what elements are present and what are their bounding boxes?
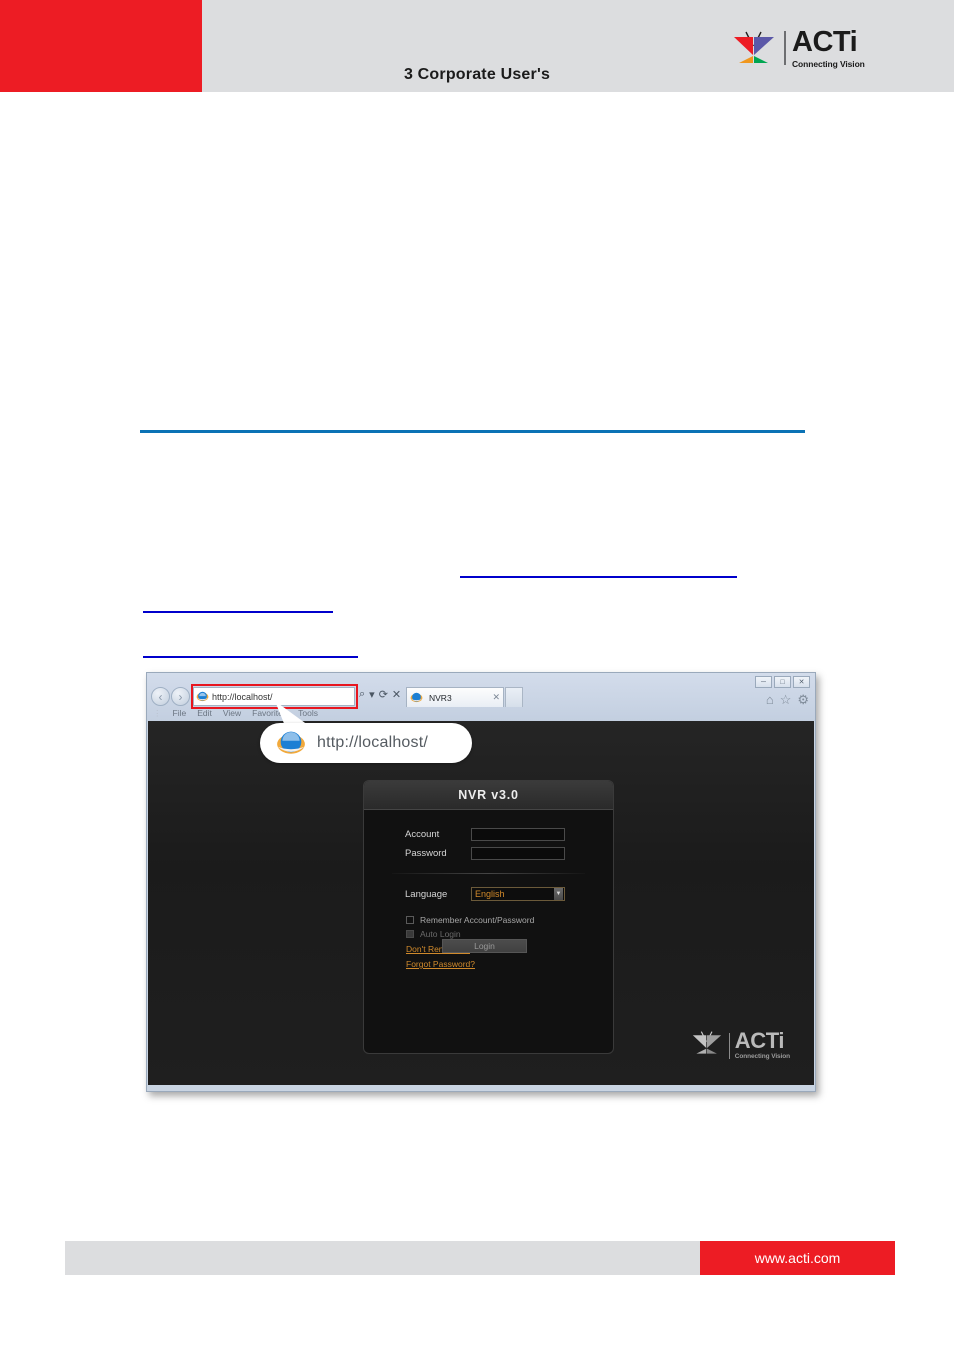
internet-explorer-icon — [410, 692, 423, 703]
new-tab-button[interactable] — [505, 687, 523, 707]
auto-login-label: Auto Login — [420, 929, 461, 939]
footer-url-text: www.acti.com — [754, 1250, 841, 1266]
panel-divider — [392, 873, 585, 874]
menubar-grip: ⋮ — [153, 708, 162, 718]
search-icon[interactable]: ⌕ — [359, 688, 365, 701]
password-field-row: Password — [364, 847, 613, 860]
stop-icon[interactable]: ✕ — [392, 688, 401, 701]
login-button[interactable]: Login — [442, 939, 527, 953]
minimize-button[interactable]: ─ — [755, 676, 772, 688]
logo-divider — [728, 1032, 730, 1059]
logo-divider — [784, 31, 786, 65]
nvr-title: NVR v3.0 — [458, 788, 519, 802]
auto-login-row: Auto Login — [364, 929, 613, 939]
language-label: Language — [405, 888, 448, 900]
internet-explorer-icon — [196, 691, 209, 702]
browser-tab-nvr3[interactable]: NVR3 ✕ — [406, 687, 504, 707]
nvr-panel-header: NVR v3.0 — [364, 781, 613, 810]
section-divider-rule — [140, 430, 805, 433]
chevron-down-icon[interactable]: ▼ — [554, 888, 563, 900]
acti-butterfly-icon — [730, 27, 778, 69]
close-icon[interactable]: ✕ — [492, 692, 500, 703]
forgot-password-link[interactable]: Forgot Password? — [364, 959, 613, 969]
address-bar-tools: ⌕ ▾ ⟳ ✕ — [359, 688, 401, 701]
callout-url-text: http://localhost/ — [317, 734, 429, 751]
acti-wordmark: ACTi Connecting Vision — [735, 1030, 790, 1061]
account-input[interactable] — [471, 828, 565, 841]
acti-logo-header: ACTi Connecting Vision — [730, 24, 875, 72]
nvr-panel-body: Account Password Language English ▼ Reme… — [364, 810, 613, 969]
browser-window-screenshot: ‹ › http://localhost/ ⌕ ▾ ⟳ ✕ NVR3 ✕ ⋮ F… — [146, 672, 816, 1092]
menu-item-view[interactable]: View — [223, 708, 241, 719]
footer-url-bar: www.acti.com — [700, 1241, 895, 1275]
maximize-button[interactable]: □ — [774, 676, 791, 688]
star-icon[interactable]: ☆ — [780, 692, 792, 708]
gear-icon[interactable]: ⚙ — [797, 692, 809, 708]
language-selected-value: English — [475, 889, 505, 899]
nvr-login-panel: NVR v3.0 Account Password Language Engli… — [363, 780, 614, 1054]
browser-command-icons: ⌂ ☆ ⚙ — [766, 692, 809, 708]
remember-account-checkbox[interactable] — [406, 916, 414, 924]
browser-viewport: NVR v3.0 Account Password Language Engli… — [148, 721, 814, 1085]
close-button[interactable]: ✕ — [793, 676, 810, 688]
acti-wordmark: ACTi Connecting Vision — [792, 25, 865, 69]
chevron-down-icon[interactable]: ▾ — [369, 688, 375, 701]
home-icon[interactable]: ⌂ — [766, 692, 774, 708]
window-controls: ─ □ ✕ — [755, 676, 810, 688]
menu-item-file[interactable]: File — [173, 708, 187, 719]
password-input[interactable] — [471, 847, 565, 860]
remember-account-row[interactable]: Remember Account/Password — [364, 915, 613, 925]
address-callout-bubble: http://localhost/ — [260, 723, 472, 763]
acti-butterfly-icon — [690, 1028, 724, 1063]
acti-brand-name: ACTi — [792, 25, 858, 58]
remember-account-label: Remember Account/Password — [420, 915, 535, 925]
browser-nav-buttons: ‹ › — [151, 687, 190, 706]
hyperlink-underline-1[interactable] — [460, 576, 737, 578]
internet-explorer-icon — [277, 731, 305, 754]
acti-logo-viewport: ACTi Connecting Vision — [690, 1028, 790, 1063]
account-field-row: Account — [364, 828, 613, 841]
address-bar-value: http://localhost/ — [212, 691, 273, 702]
auto-login-checkbox — [406, 930, 414, 938]
menu-item-edit[interactable]: Edit — [197, 708, 212, 719]
acti-tagline: Connecting Vision — [792, 58, 865, 69]
language-select[interactable]: English ▼ — [471, 887, 565, 901]
hyperlink-underline-3[interactable] — [143, 656, 358, 658]
refresh-icon[interactable]: ⟳ — [379, 688, 388, 701]
language-row: Language English ▼ — [364, 887, 613, 901]
account-label: Account — [405, 829, 440, 840]
footer-gray-bar — [65, 1241, 700, 1275]
forward-arrow-icon[interactable]: › — [171, 687, 190, 706]
acti-brand-name: ACTi — [734, 1028, 785, 1054]
back-arrow-icon[interactable]: ‹ — [151, 687, 170, 706]
tab-title: NVR3 — [429, 692, 452, 703]
acti-tagline: Connecting Vision — [734, 1053, 790, 1061]
password-label: Password — [405, 848, 447, 859]
hyperlink-underline-2[interactable] — [143, 611, 333, 613]
